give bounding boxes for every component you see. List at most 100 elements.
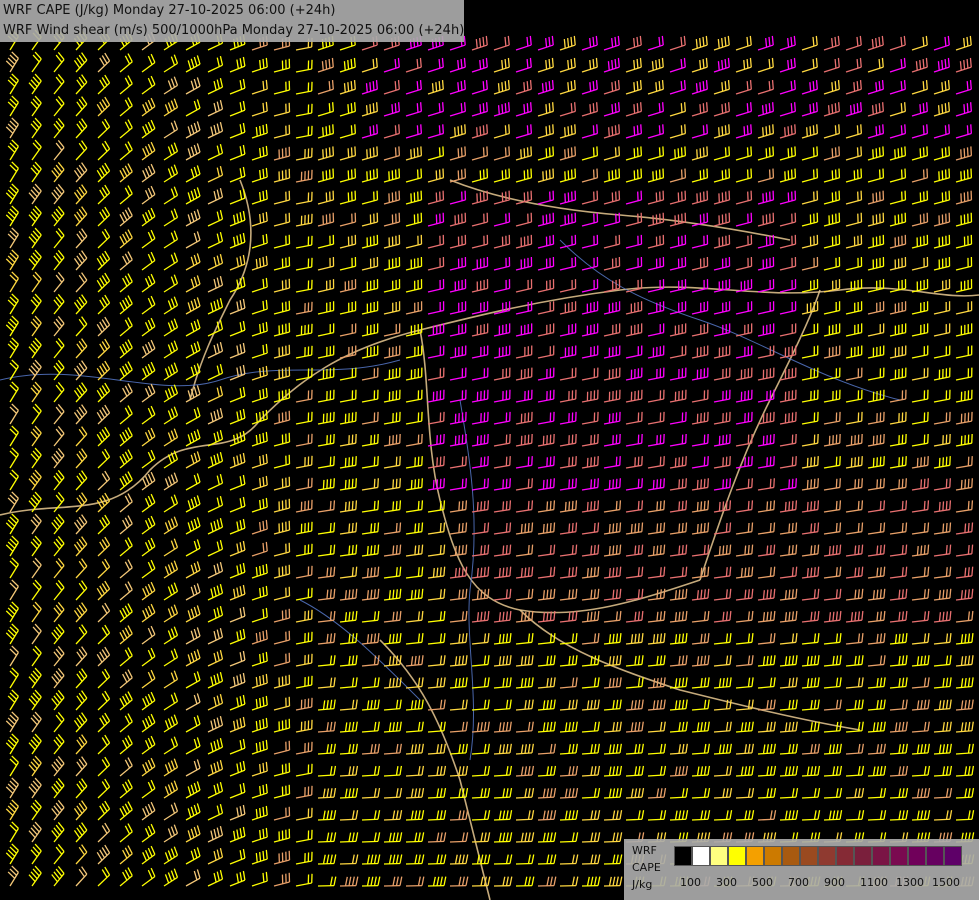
wind-barb: [581, 832, 601, 843]
wind-barb: [559, 102, 576, 117]
wind-barb: [141, 493, 156, 513]
wind-barb: [251, 519, 268, 535]
wind-barb: [757, 80, 774, 95]
wind-barb: [163, 98, 179, 117]
wind-barb: [515, 367, 533, 381]
wind-barb: [691, 389, 709, 403]
wind-barb: [625, 367, 643, 381]
wind-barb: [361, 876, 381, 887]
wind-barb: [28, 733, 42, 755]
wind-barb: [779, 633, 798, 645]
wind-barb: [823, 522, 842, 535]
wind-barb: [867, 168, 885, 183]
wind-barb: [317, 433, 335, 447]
wind-barb: [207, 540, 224, 557]
wind-barb: [933, 787, 953, 799]
wind-barb: [361, 854, 381, 865]
wind-barb: [53, 139, 65, 161]
wind-barb: [97, 206, 111, 227]
wind-barb: [669, 279, 687, 293]
wind-barb: [823, 743, 842, 755]
wind-barb: [185, 187, 201, 205]
wind-barb: [933, 389, 951, 403]
wind-barb: [933, 588, 952, 601]
wind-barb: [779, 522, 798, 535]
wind-barb: [603, 699, 622, 711]
wind-barb: [867, 699, 886, 711]
wind-barb: [757, 588, 776, 601]
legend-swatch: [836, 846, 854, 866]
wind-barb: [317, 456, 335, 469]
legend-tick: 300: [716, 876, 737, 889]
wind-barb: [449, 677, 468, 689]
wind-barb: [317, 478, 335, 491]
wind-barb: [933, 234, 951, 249]
wind-barb: [229, 518, 246, 535]
wind-barb: [471, 102, 488, 117]
wind-barb: [911, 566, 930, 579]
wind-barb: [361, 323, 379, 337]
wind-barb: [75, 492, 88, 513]
wind-barb: [537, 787, 557, 799]
wind-barb: [493, 655, 512, 667]
wind-barb: [28, 865, 42, 887]
wind-barb: [493, 544, 512, 557]
wind-barb: [273, 432, 291, 447]
wind-barb: [427, 168, 445, 183]
wind-barb: [823, 124, 841, 139]
wind-barb: [51, 865, 65, 887]
wind-barb: [30, 315, 42, 337]
wind-barb: [273, 872, 291, 887]
wind-barb: [339, 57, 356, 73]
wind-barb: [955, 190, 973, 205]
wind-barb: [801, 677, 820, 689]
wind-barb: [845, 765, 865, 777]
wind-barb: [339, 588, 358, 601]
wind-barb: [295, 301, 313, 315]
wind-barb: [30, 535, 42, 557]
wind-barb: [75, 646, 88, 667]
wind-barb: [735, 212, 753, 227]
wind-barb: [889, 787, 909, 799]
wind-barb: [163, 692, 179, 711]
wind-barb: [119, 163, 133, 183]
wind-barb: [647, 433, 665, 447]
wind-barb: [97, 800, 111, 821]
wind-barb: [5, 535, 19, 557]
wind-barb: [273, 806, 291, 821]
wind-barb: [251, 673, 268, 689]
wind-barb: [405, 522, 424, 535]
wind-barb: [801, 588, 820, 601]
wind-barb: [801, 633, 820, 645]
wind-barb: [163, 780, 179, 799]
wind-barb: [779, 257, 797, 271]
wind-barb: [273, 674, 291, 689]
wind-barb: [669, 588, 688, 601]
wind-barb: [9, 579, 19, 601]
wind-barb: [669, 367, 687, 381]
wind-barb: [251, 739, 268, 755]
wind-barb: [53, 117, 65, 139]
wind-barb: [75, 580, 88, 601]
wind-barb: [273, 388, 291, 403]
wind-barb: [141, 97, 156, 117]
wind-barb: [691, 80, 708, 95]
wind-barb: [449, 610, 468, 623]
wind-barb: [53, 535, 65, 557]
wind-barb: [449, 787, 469, 799]
wind-barb: [933, 345, 951, 359]
wind-barb: [449, 433, 467, 447]
wind-barb: [713, 456, 731, 469]
wind-barb: [405, 367, 423, 381]
wind-barb: [339, 677, 358, 689]
wind-barb: [229, 320, 246, 337]
wind-barb: [405, 411, 423, 425]
wind-barb: [273, 476, 291, 491]
wind-barb: [581, 765, 601, 777]
wind-barb: [141, 537, 156, 557]
wind-barb: [647, 35, 664, 51]
wind-barb: [537, 257, 555, 271]
wind-barb: [955, 80, 972, 95]
wind-barb: [9, 667, 19, 689]
wind-barb: [823, 610, 842, 623]
